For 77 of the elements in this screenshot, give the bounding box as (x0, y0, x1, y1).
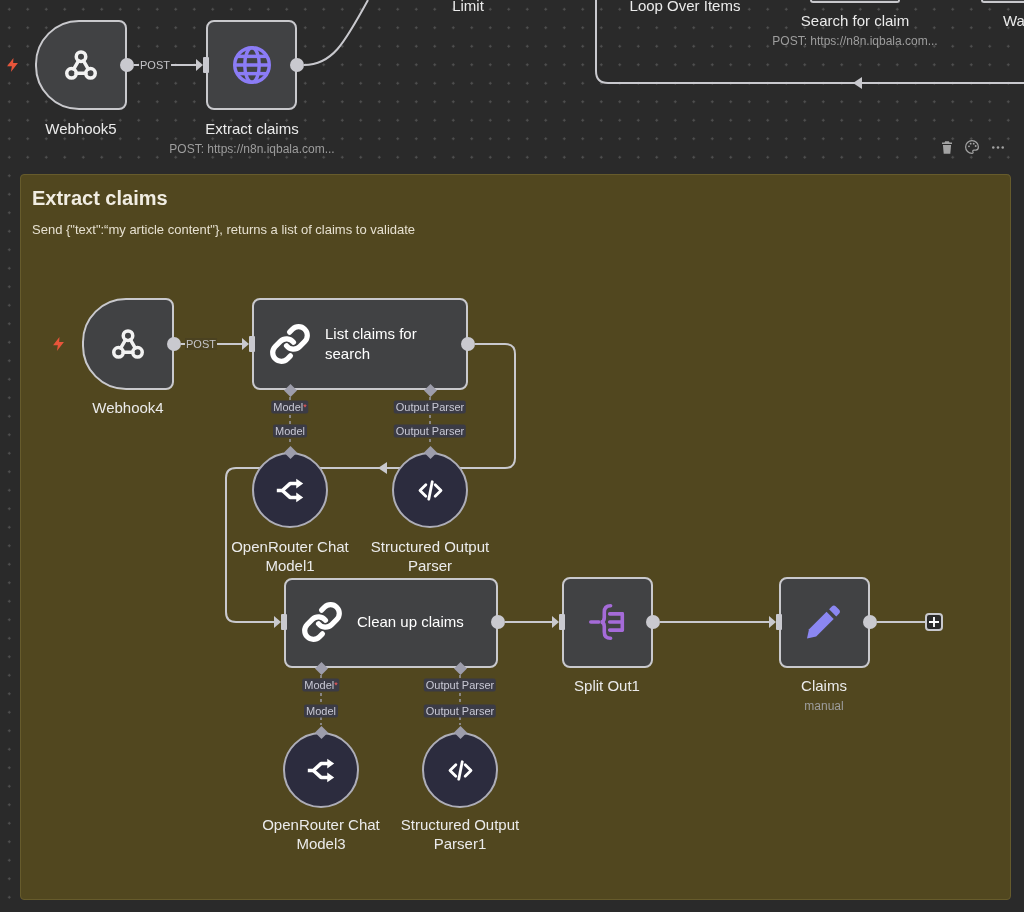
node-label: Structured Output Parser1 (399, 815, 521, 853)
diamond-port-icon[interactable] (283, 383, 297, 397)
diamond-port-icon[interactable] (453, 661, 467, 675)
split-icon (589, 604, 625, 640)
direction-arrowhead-icon (378, 462, 387, 474)
node-label: Structured Output Parser (369, 537, 491, 575)
node-label: OpenRouter Chat Model1 (230, 537, 350, 575)
node-subtitle: POST: https://n8n.iqbala.com... (772, 34, 938, 48)
output-port-icon[interactable] (290, 58, 304, 72)
webhook-icon (112, 329, 144, 359)
node-label: Loop Over Items (629, 0, 741, 15)
code-icon (417, 479, 443, 501)
input-port-icon[interactable] (203, 57, 209, 73)
port-label: Model (273, 424, 307, 438)
node-title: List claims for search (325, 324, 418, 364)
port-label: Model* (271, 400, 309, 414)
trash-icon[interactable] (942, 140, 952, 154)
node-card[interactable]: Clean up claims (284, 578, 498, 668)
input-port-icon[interactable] (281, 614, 287, 630)
port-label: Output Parser (423, 678, 497, 692)
node-label: Webhook5 (45, 119, 117, 138)
node-label: Wa (1003, 11, 1024, 30)
webhook-icon (65, 50, 97, 80)
link-icon (270, 324, 310, 364)
node-label: Split Out1 (574, 676, 640, 695)
node-title: Clean up claims (357, 612, 465, 632)
note-title: Extract claims (32, 186, 168, 210)
node-card[interactable] (981, 0, 1024, 3)
port-label: Output Parser (393, 424, 467, 438)
node-card[interactable] (206, 20, 297, 110)
node-label: Webhook4 (92, 398, 164, 417)
diamond-port-icon[interactable] (423, 383, 437, 397)
diamond-port-icon[interactable] (314, 661, 328, 675)
node-label: Limit (452, 0, 484, 15)
connection-line (876, 621, 926, 623)
node-card[interactable] (35, 20, 127, 110)
edge-label: POST (139, 59, 171, 71)
link-icon (302, 602, 342, 642)
diamond-port-icon[interactable] (314, 725, 328, 739)
input-port-icon[interactable] (776, 614, 782, 630)
connection-line (303, 0, 369, 66)
diamond-port-icon[interactable] (453, 725, 467, 739)
node-card[interactable] (810, 0, 900, 3)
port-label: Output Parser (393, 400, 467, 414)
node-card[interactable] (562, 577, 653, 668)
lightning-icon (6, 58, 18, 72)
lightning-icon (52, 337, 64, 351)
code-icon (447, 759, 473, 781)
node-label: Extract claims (205, 119, 299, 138)
branching-arrows-icon (276, 477, 304, 503)
node-card[interactable] (82, 298, 174, 390)
node-label: OpenRouter Chat Model3 (261, 815, 381, 853)
node-subtitle: manual (804, 699, 844, 713)
node-card[interactable] (779, 577, 870, 668)
diamond-port-icon[interactable] (283, 445, 297, 459)
edge-label: POST (185, 338, 217, 350)
palette-icon[interactable] (965, 140, 979, 154)
node-label: Search for claim (800, 11, 910, 30)
pencil-icon (807, 605, 841, 639)
node-subtitle: POST: https://n8n.iqbala.com... (169, 142, 335, 156)
note-text: Send {"text":“my article content"}, returns a list of claims to validate (32, 222, 416, 238)
add-node-button[interactable] (925, 613, 943, 631)
port-label: Output Parser (423, 704, 497, 718)
port-label: Model (304, 704, 338, 718)
diamond-port-icon[interactable] (423, 445, 437, 459)
dashed-connection-line (459, 674, 461, 726)
input-port-icon[interactable] (249, 336, 255, 352)
globe-icon (233, 46, 271, 84)
input-port-icon[interactable] (559, 614, 565, 630)
plus-icon (929, 617, 939, 627)
more-icon[interactable] (992, 145, 1004, 149)
port-label: Model* (302, 678, 340, 692)
dashed-connection-line (320, 674, 322, 726)
node-label: Claims (801, 676, 847, 695)
node-card[interactable]: List claims for search (252, 298, 468, 390)
output-port-icon[interactable] (120, 58, 134, 72)
branching-arrows-icon (307, 757, 335, 783)
